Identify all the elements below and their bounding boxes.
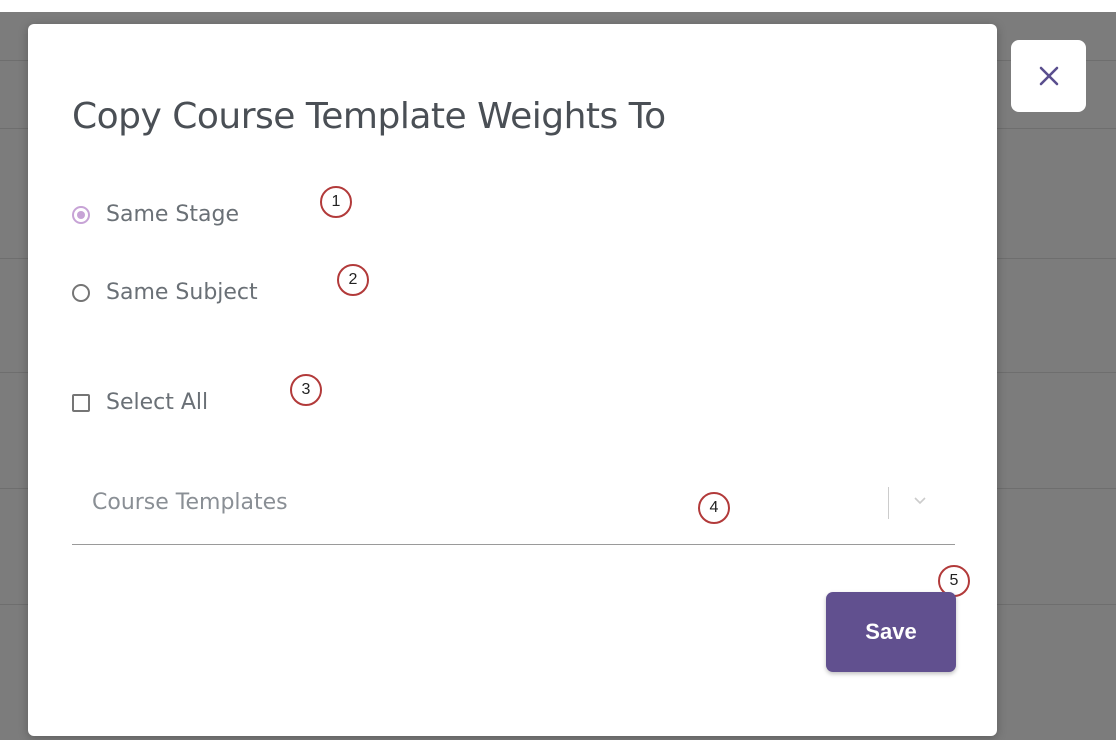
course-templates-select[interactable]: Course Templates	[72, 476, 955, 545]
annotation-marker-4: 4	[698, 492, 730, 524]
select-all-label: Select All	[106, 390, 209, 415]
close-icon	[1039, 66, 1058, 86]
course-templates-placeholder: Course Templates	[92, 490, 288, 515]
annotation-marker-3: 3	[290, 374, 322, 406]
radio-button-checked[interactable]	[72, 205, 90, 224]
annotation-marker-1: 1	[320, 186, 352, 218]
save-button[interactable]: Save	[826, 592, 956, 672]
select-all-checkbox[interactable]: Select All	[72, 390, 208, 415]
dialog-title: Copy Course Template Weights To	[72, 96, 666, 137]
annotation-marker-2: 2	[337, 264, 369, 296]
radio-button-unchecked[interactable]	[72, 283, 90, 302]
chevron-down-icon[interactable]	[910, 490, 930, 510]
radio-same-stage[interactable]: Same Stage	[72, 202, 239, 227]
radio-same-subject-label: Same Subject	[106, 280, 258, 305]
select-separator	[888, 487, 889, 519]
radio-same-stage-label: Same Stage	[106, 202, 239, 227]
radio-same-subject[interactable]: Same Subject	[72, 280, 258, 305]
checkbox-unchecked[interactable]	[72, 393, 90, 412]
copy-weights-dialog: Copy Course Template Weights To Same Sta…	[28, 24, 997, 736]
close-button[interactable]	[1011, 40, 1086, 112]
